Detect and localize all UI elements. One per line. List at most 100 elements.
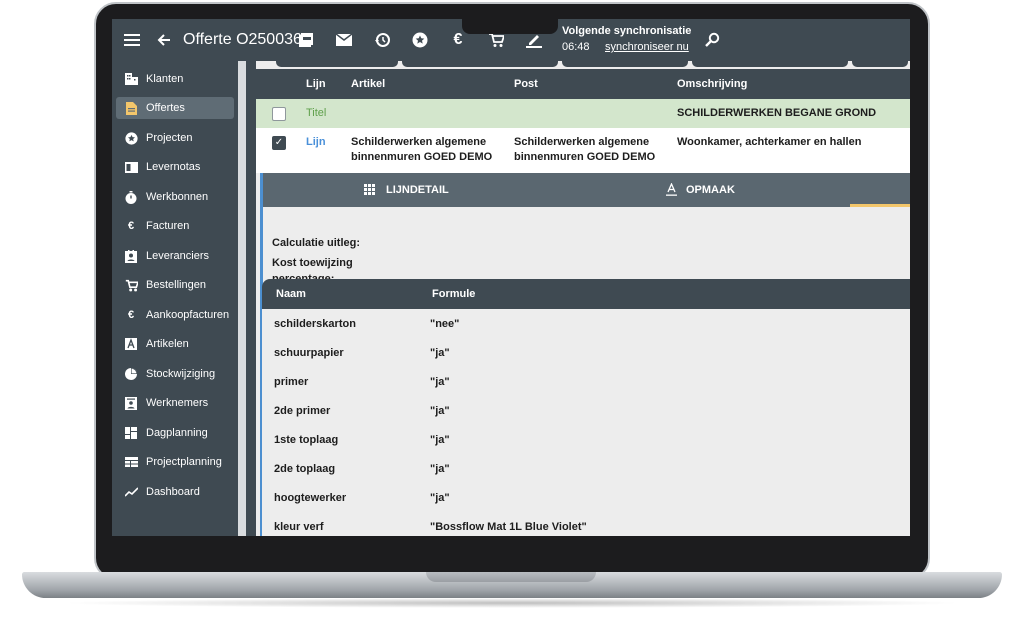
building-icon (124, 72, 138, 86)
col-post[interactable]: Post (514, 78, 538, 90)
cart-icon (124, 278, 138, 292)
sidebar-item-label: Werkbonnen (146, 191, 209, 203)
col-omschrijving[interactable]: Omschrijving (677, 78, 747, 90)
formula-naam: hoogtewerker (274, 492, 347, 504)
sidebar-item-label: Projecten (146, 132, 193, 144)
sidebar: Klanten Offertes Projecten Levernotas We… (112, 61, 238, 536)
table-row-lijn[interactable]: ✓ Lijn Schilderwerken algemene binnenmur… (256, 128, 910, 173)
formula-row[interactable]: primer "ja" (262, 367, 910, 397)
formula-row[interactable]: kleur verf "Bossflow Mat 1L Blue Violet" (262, 512, 910, 536)
contact-icon (124, 249, 138, 263)
sidebar-item-dashboard[interactable]: Dashboard (116, 481, 234, 503)
sidebar-item-klanten[interactable]: Klanten (116, 68, 234, 90)
formula-value: "ja" (430, 347, 450, 359)
history-icon[interactable] (372, 30, 392, 50)
pdf-icon[interactable] (296, 30, 316, 50)
card-icon (124, 160, 138, 174)
sidebar-scrollbar[interactable] (238, 61, 246, 536)
formula-row[interactable]: schuurpapier "ja" (262, 338, 910, 368)
formula-value: "ja" (430, 492, 450, 504)
camera-notch (462, 14, 558, 34)
row-type: Titel (306, 107, 327, 119)
sidebar-item-dagplanning[interactable]: Dagplanning (116, 422, 234, 444)
formula-row[interactable]: schilderskarton "nee" (262, 309, 910, 339)
sidebar-edge (246, 61, 250, 536)
sidebar-item-bestellingen[interactable]: Bestellingen (116, 274, 234, 296)
sidebar-item-label: Bestellingen (146, 279, 206, 291)
formula-value: "ja" (430, 463, 450, 475)
active-tab-indicator (850, 204, 910, 207)
sidebar-item-werknemers[interactable]: Werknemers (116, 392, 234, 414)
sidebar-item-label: Werknemers (146, 397, 209, 409)
tab-chip[interactable] (852, 61, 908, 67)
app-screen: Offerte O250036 € Volgende synchronisati… (112, 19, 910, 536)
tab-chip[interactable] (402, 61, 558, 67)
sidebar-item-label: Dagplanning (146, 427, 208, 439)
formula-value: "ja" (430, 405, 450, 417)
row-omschrijving: SCHILDERWERKEN BEGANE GROND (677, 107, 877, 119)
formula-naam: 1ste toplaag (274, 434, 339, 446)
col-lijn[interactable]: Lijn (306, 78, 326, 90)
tab-chip[interactable] (692, 61, 848, 67)
search-icon[interactable] (702, 30, 722, 50)
sidebar-item-leveranciers[interactable]: Leveranciers (116, 245, 234, 267)
sidebar-item-aankoopfacturen[interactable]: € Aankoopfacturen (116, 304, 234, 326)
tab-chip[interactable] (562, 61, 688, 67)
sidebar-item-label: Levernotas (146, 161, 201, 173)
sidebar-item-offertes[interactable]: Offertes (116, 97, 234, 119)
dashboard-icon (124, 426, 138, 440)
col-artikel[interactable]: Artikel (351, 78, 385, 90)
detail-tabbar: LIJNDETAIL OPMAAK (260, 173, 910, 207)
mail-icon[interactable] (334, 30, 354, 50)
sidebar-item-facturen[interactable]: € Facturen (116, 215, 234, 237)
sidebar-item-projecten[interactable]: Projecten (116, 127, 234, 149)
sidebar-item-artikelen[interactable]: Artikelen (116, 333, 234, 355)
col-formule[interactable]: Formule (432, 288, 475, 300)
row-artikel-line2: binnenmuren GOED DEMO (351, 151, 493, 163)
row-artikel: Schilderwerken algemene binnenmuren GOED… (351, 135, 492, 165)
tab-opmaak[interactable]: OPMAAK (686, 184, 735, 196)
formula-naam: 2de toplaag (274, 463, 336, 475)
page-title: Offerte O250036 (183, 31, 302, 48)
sidebar-item-label: Stockwijziging (146, 368, 216, 380)
tab-chip[interactable] (276, 61, 398, 67)
row-checkbox[interactable] (272, 107, 286, 121)
euro-icon[interactable]: € (448, 30, 468, 50)
sidebar-item-label: Dashboard (146, 486, 200, 498)
calc-label: Calculatie uitleg: (272, 237, 361, 249)
trend-icon (124, 485, 138, 499)
back-arrow-icon[interactable] (154, 30, 174, 50)
tab-lijndetail[interactable]: LIJNDETAIL (386, 184, 449, 196)
star-circle-icon[interactable] (410, 30, 430, 50)
formula-value: "nee" (430, 318, 460, 330)
sidebar-item-label: Aankoopfacturen (146, 309, 230, 321)
formula-row[interactable]: 1ste toplaag "ja" (262, 425, 910, 455)
pie-icon (124, 367, 138, 381)
formula-row[interactable]: 2de primer "ja" (262, 396, 910, 426)
sidebar-item-stockwijziging[interactable]: Stockwijziging (116, 363, 234, 385)
sidebar-item-levernotas[interactable]: Levernotas (116, 156, 234, 178)
formula-naam: kleur verf (274, 521, 324, 533)
formula-naam: primer (274, 376, 309, 388)
row-type: Lijn (306, 136, 326, 148)
formula-table-header: Naam Formule (262, 279, 910, 309)
formula-row[interactable]: hoogtewerker "ja" (262, 483, 910, 513)
row-checkbox-checked[interactable]: ✓ (272, 136, 286, 150)
sidebar-item-label: Offertes (146, 102, 185, 114)
sync-now-link[interactable]: synchroniseer nu (605, 41, 689, 53)
table-row-titel[interactable]: Titel SCHILDERWERKEN BEGANE GROND (256, 99, 910, 128)
col-naam[interactable]: Naam (276, 288, 306, 300)
sidebar-item-projectplanning[interactable]: Projectplanning (116, 451, 234, 473)
sync-time: 06:48 (562, 41, 590, 53)
sidebar-item-werkbonnen[interactable]: Werkbonnen (116, 186, 234, 208)
document-icon (124, 101, 138, 115)
formula-naam: schuurpapier (274, 347, 344, 359)
formula-row[interactable]: 2de toplaag "ja" (262, 454, 910, 484)
hamburger-menu-icon[interactable] (122, 30, 142, 50)
sidebar-item-label: Artikelen (146, 338, 189, 350)
letter-a-icon (124, 337, 138, 351)
row-post: Schilderwerken algemene binnenmuren GOED… (514, 135, 655, 165)
laptop-base-notch (426, 572, 596, 582)
row-post-line1: Schilderwerken algemene (514, 136, 650, 148)
stopwatch-icon (124, 190, 138, 204)
